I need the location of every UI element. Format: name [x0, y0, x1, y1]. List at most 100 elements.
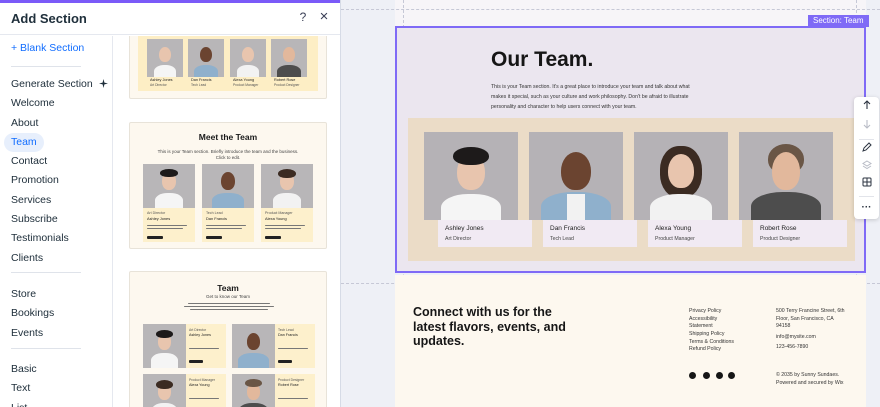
team-title: Our Team.: [491, 48, 594, 71]
layers-icon[interactable]: [854, 160, 879, 176]
thumb-card: Product Manager Alexa Young: [261, 208, 313, 242]
nav-item-team[interactable]: Team: [4, 133, 44, 152]
help-icon[interactable]: ?: [294, 8, 312, 26]
thumb-member-name: Dan Francis: [191, 78, 212, 82]
thumb-member-name: Robert Rose: [274, 78, 296, 82]
footer-link[interactable]: Refund Policy: [689, 346, 721, 352]
nav-item-welcome[interactable]: Welcome: [4, 94, 62, 113]
thumb-subtitle: This is your Team section. Briefly intro…: [157, 149, 299, 154]
team-member[interactable]: Robert Rose Product Designer: [739, 132, 847, 247]
footer-powered-by: Powered and secured by Wix: [776, 380, 844, 386]
guide-line: [341, 9, 880, 10]
generate-section-button[interactable]: Generate Section: [4, 75, 115, 94]
team-thumbnail-1[interactable]: Ashley Jones Art Director Dan Francis Te…: [129, 36, 327, 99]
thumb-member-name: Dan Francis: [278, 333, 298, 337]
thumb-member-name: Ashley Jones: [147, 216, 171, 221]
footer-email[interactable]: info@mysite.com: [776, 334, 816, 340]
thumb-member-role: Product Designer: [274, 83, 300, 87]
member-role: Art Director: [445, 236, 472, 242]
footer-link[interactable]: Accessibility: [689, 316, 717, 322]
thumb-photo: [188, 39, 224, 77]
nav-item-contact[interactable]: Contact: [4, 152, 54, 171]
thumb-photo: [230, 39, 266, 77]
layout-icon[interactable]: [854, 177, 879, 193]
nav-item-about[interactable]: About: [4, 114, 45, 133]
more-icon[interactable]: ···: [854, 200, 879, 216]
thumb-member-role: Product Manager: [189, 378, 216, 382]
thumb-member-role: Art Director: [189, 328, 207, 332]
footer-link[interactable]: Shipping Policy: [689, 331, 724, 337]
member-photo: [634, 132, 728, 220]
footer-copyright: © 2035 by Sunny Sundaes.: [776, 372, 840, 378]
generate-section-label: Generate Section: [11, 78, 93, 90]
close-icon[interactable]: ×: [315, 8, 333, 26]
thumb-member-role: Tech Lead: [206, 211, 223, 215]
facebook-icon[interactable]: [689, 372, 696, 379]
member-role: Product Manager: [655, 236, 695, 242]
team-members-band: Ashley Jones Art Director Dan Francis Te…: [408, 118, 855, 261]
thumb-member-role: Art Director: [147, 211, 166, 215]
move-up-icon[interactable]: [854, 100, 879, 116]
instagram-icon[interactable]: [703, 372, 710, 379]
thumb-photo: [143, 324, 186, 368]
nav-item-basic[interactable]: Basic: [4, 360, 44, 379]
member-photo: [424, 132, 518, 220]
team-thumbnail-2[interactable]: Meet the Team This is your Team section.…: [129, 122, 327, 249]
move-down-icon[interactable]: [854, 119, 879, 135]
nav-item-store[interactable]: Store: [4, 285, 43, 304]
member-photo: [739, 132, 833, 220]
nav-item-promotion[interactable]: Promotion: [4, 171, 66, 190]
team-member[interactable]: Dan Francis Tech Lead: [529, 132, 637, 247]
panel-header: Add Section ? ×: [0, 3, 340, 35]
tiktok-icon[interactable]: [728, 372, 735, 379]
thumb-member-role: Tech Lead: [278, 328, 294, 332]
x-icon[interactable]: [716, 372, 723, 379]
footer-link[interactable]: Statement: [689, 323, 713, 329]
section-category-nav: + Blank Section Generate Section Welcome…: [0, 36, 113, 407]
team-member[interactable]: Ashley Jones Art Director: [424, 132, 532, 247]
nav-item-text[interactable]: Text: [4, 379, 37, 398]
thumb-card: Product Designer Robert Rose: [275, 374, 315, 407]
footer-link[interactable]: Privacy Policy: [689, 308, 721, 314]
member-name: Alexa Young: [655, 225, 692, 232]
member-name: Dan Francis: [550, 225, 586, 232]
nav-item-services[interactable]: Services: [4, 191, 58, 210]
thumb-member-name: Alexa Young: [265, 216, 287, 221]
nav-item-events[interactable]: Events: [4, 324, 50, 343]
nav-divider: [11, 66, 81, 67]
thumb-photo: [147, 39, 183, 77]
nav-item-clients[interactable]: Clients: [4, 249, 50, 268]
design-icon[interactable]: [854, 142, 879, 158]
team-section[interactable]: Our Team. This is your Team section. It'…: [395, 26, 866, 273]
thumb-member-name: Ashley Jones: [150, 78, 173, 82]
thumb-title: Team: [217, 283, 239, 293]
thumb-photo: [232, 324, 275, 368]
thumb-member-name: Robert Rose: [278, 383, 299, 387]
footer-phone: 123-456-7890: [776, 344, 809, 350]
member-card: Ashley Jones Art Director: [438, 220, 532, 247]
thumb-title: Meet the Team: [198, 132, 258, 142]
team-thumbnail-3[interactable]: Team Get to know our Team Art Director A…: [129, 271, 327, 407]
thumb-member-name: Ashley Jones: [189, 333, 211, 337]
thumb-card: Tech Lead Dan Francis: [202, 208, 254, 242]
member-photo: [529, 132, 623, 220]
add-section-panel: Add Section ? × + Blank Section Generate…: [0, 0, 341, 407]
thumb-member-role: Product Designer: [278, 378, 305, 382]
toolbar-divider: [859, 139, 874, 140]
nav-item-testimonials[interactable]: Testimonials: [4, 229, 76, 248]
nav-divider: [11, 348, 81, 349]
thumb-subtitle: Click to edit.: [215, 155, 241, 160]
editor-canvas[interactable]: Section: Team Our Team. This is your Tea…: [341, 0, 880, 407]
section-thumbnails: Ashley Jones Art Director Dan Francis Te…: [113, 36, 340, 407]
nav-item-bookings[interactable]: Bookings: [4, 304, 61, 323]
footer-section[interactable]: Connect with us for the latest flavors, …: [395, 275, 866, 407]
thumb-photo: [143, 164, 195, 208]
footer-link[interactable]: Terms & Conditions: [689, 339, 734, 345]
member-name: Robert Rose: [760, 225, 797, 232]
thumb-card: Product Manager Alexa Young: [186, 374, 226, 407]
team-member[interactable]: Alexa Young Product Manager: [634, 132, 742, 247]
blank-section-button[interactable]: + Blank Section: [4, 39, 91, 58]
nav-item-subscribe[interactable]: Subscribe: [4, 210, 65, 229]
member-card: Dan Francis Tech Lead: [543, 220, 637, 247]
nav-item-list[interactable]: List: [4, 399, 34, 407]
